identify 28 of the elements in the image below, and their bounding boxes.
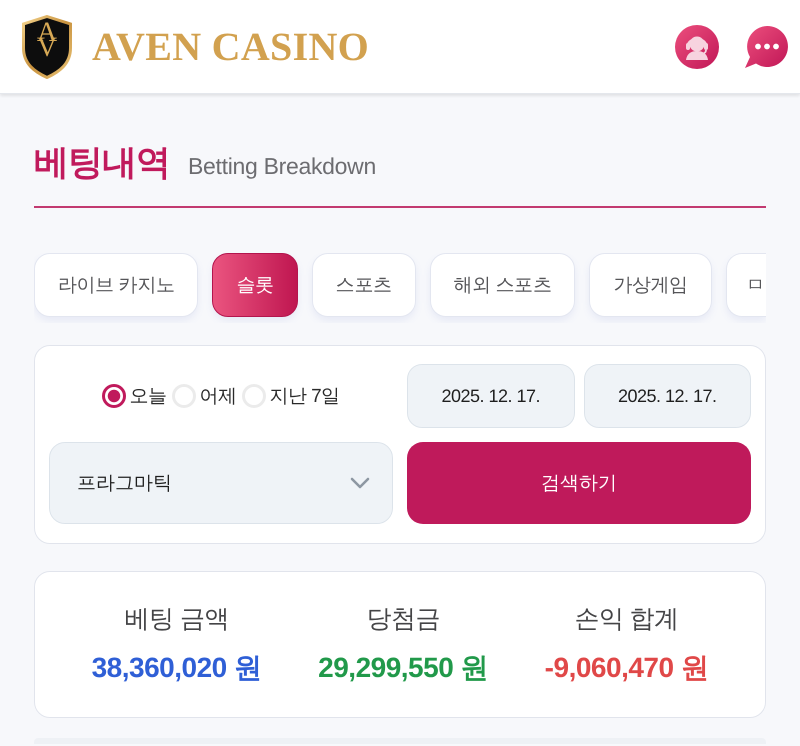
summary-value: 38,360,020 원	[92, 651, 262, 685]
shield-icon	[22, 14, 72, 78]
summary-label: 베팅 금액	[124, 604, 229, 635]
logo-monogram: AV	[36, 24, 58, 54]
search-button[interactable]: 검색하기	[407, 442, 751, 524]
chevron-down-icon	[350, 477, 370, 489]
radio-label[interactable]: 어제	[199, 383, 236, 409]
radio-button[interactable]	[102, 384, 126, 408]
radio-label[interactable]: 오늘	[129, 383, 166, 409]
date-field[interactable]: 2025. 12. 17.	[584, 364, 751, 428]
summary-value: -9,060,470 원	[544, 651, 708, 685]
category-tab[interactable]: 해외 스포츠	[430, 253, 576, 317]
page-title: 베팅내역	[34, 142, 170, 184]
summary-value: 29,299,550 원	[318, 651, 488, 685]
summary-label: 당첨금	[366, 604, 440, 635]
category-tab[interactable]: 스포츠	[312, 253, 416, 317]
provider-dropdown[interactable]: 프라그마틱	[49, 442, 393, 524]
category-tab[interactable]: 라이브 카지노	[34, 253, 198, 317]
summary-label: 손익 합계	[574, 604, 679, 635]
chat-bubble-icon[interactable]	[744, 24, 788, 68]
category-tab[interactable]: 슬롯	[212, 253, 298, 317]
page-subtitle: Betting Breakdown	[188, 153, 376, 180]
support-agent-icon[interactable]	[675, 24, 719, 68]
category-tab[interactable]: ㅁ	[726, 253, 766, 317]
radio-label[interactable]: 지난 7일	[269, 383, 340, 409]
date-field[interactable]: 2025. 12. 17.	[407, 364, 574, 428]
category-tab[interactable]: 가상게임	[589, 253, 712, 317]
brand-name: AVEN CASINO	[92, 23, 370, 70]
